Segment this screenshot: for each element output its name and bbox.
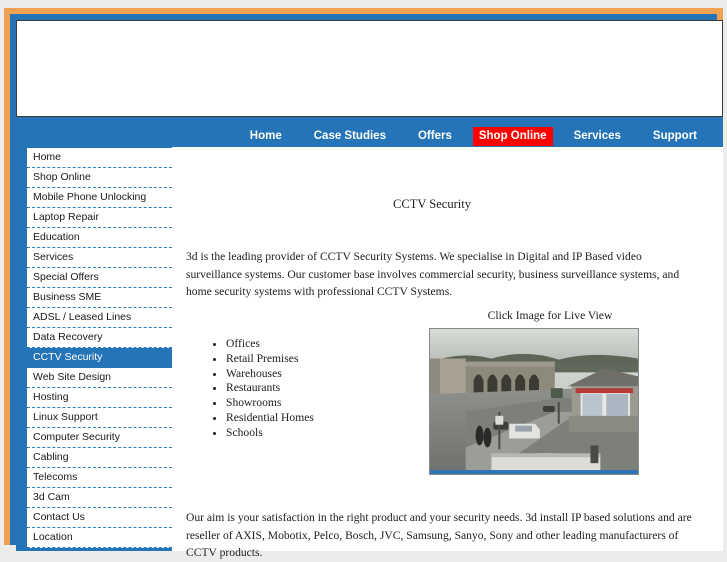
application-list: OfficesRetail PremisesWarehousesRestaura…: [202, 337, 314, 441]
sidebar-item-laptop-repair[interactable]: Laptop Repair: [27, 208, 172, 228]
sidebar-item-linux-support[interactable]: Linux Support: [27, 408, 172, 428]
sidebar-item-cctv-security[interactable]: CCTV Security: [27, 348, 172, 368]
list-item: Showrooms: [226, 396, 314, 411]
sidebar-item-telecoms[interactable]: Telecoms: [27, 468, 172, 488]
sidebar-item-education[interactable]: Education: [27, 228, 172, 248]
list-item: Schools: [226, 426, 314, 441]
sidebar-navigation: Home Shop Online Mobile Phone Unlocking Lap…: [27, 148, 172, 548]
live-camera-image[interactable]: [429, 328, 639, 475]
sidebar-item-web-site-design[interactable]: Web Site Design: [27, 368, 172, 388]
sidebar-item-cabling[interactable]: Cabling: [27, 448, 172, 468]
sidebar-item-3d-cam[interactable]: 3d Cam: [27, 488, 172, 508]
nav-item-case-studies[interactable]: Case Studies: [305, 127, 395, 146]
site-header-banner: [16, 20, 723, 117]
list-item: Warehouses: [226, 367, 314, 382]
sidebar-item-location[interactable]: Location: [27, 528, 172, 548]
nav-item-support[interactable]: Support: [644, 127, 706, 146]
camera-caption: Click Image for Live View: [487, 309, 613, 322]
sidebar-item-contact-us[interactable]: Contact Us: [27, 508, 172, 528]
sidebar-item-computer-security[interactable]: Computer Security: [27, 428, 172, 448]
top-navigation-bar: Home Case Studies Offers Shop Online Service…: [16, 125, 723, 147]
list-item: Offices: [226, 337, 314, 352]
nav-item-shop-online[interactable]: Shop Online: [472, 126, 553, 146]
nav-item-services[interactable]: Services: [565, 127, 630, 146]
intro-paragraph: 3d is the leading provider of CCTV Secur…: [186, 250, 680, 298]
main-content: CCTV Security 3d is the leading provider…: [172, 147, 723, 559]
sidebar-item-business-sme[interactable]: Business SME: [27, 288, 172, 308]
list-item: Restaurants: [226, 381, 314, 396]
sidebar-item-adsl-leased-lines[interactable]: ADSL / Leased Lines: [27, 308, 172, 328]
outro-paragraph: Our aim is your satisfaction in the righ…: [186, 511, 692, 559]
street-scene-photo: [430, 329, 638, 474]
list-item: Retail Premises: [226, 352, 314, 367]
nav-item-offers[interactable]: Offers: [409, 127, 461, 146]
page-frame: Home Case Studies Offers Shop Online Service…: [4, 8, 723, 559]
page-inner: Home Case Studies Offers Shop Online Service…: [16, 20, 723, 559]
nav-item-home[interactable]: Home: [241, 127, 291, 146]
sidebar-item-mobile-phone-unlocking[interactable]: Mobile Phone Unlocking: [27, 188, 172, 208]
sidebar-item-services[interactable]: Services: [27, 248, 172, 268]
sidebar-item-data-recovery[interactable]: Data Recovery: [27, 328, 172, 348]
sidebar-item-shop-online[interactable]: Shop Online: [27, 168, 172, 188]
sidebar-item-hosting[interactable]: Hosting: [27, 388, 172, 408]
sidebar-item-home[interactable]: Home: [27, 148, 172, 168]
page-title: CCTV Security: [393, 197, 471, 211]
sidebar-item-special-offers[interactable]: Special Offers: [27, 268, 172, 288]
list-item: Residential Homes: [226, 411, 314, 426]
top-nav-items: Home Case Studies Offers Shop Online Service…: [234, 125, 713, 147]
